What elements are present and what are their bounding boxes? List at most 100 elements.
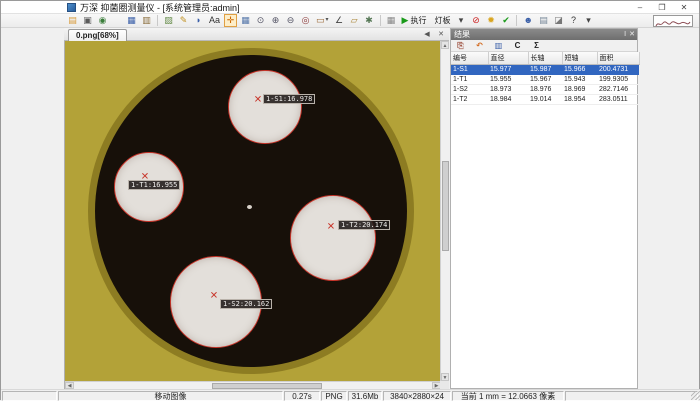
zoom-in-icon: ⊕ — [272, 14, 280, 27]
layout-icon: ▦ — [387, 14, 396, 27]
measure-icon[interactable]: ▭▾ — [314, 14, 331, 27]
target-icon[interactable]: ◎ — [299, 14, 312, 27]
tab-scroll-left-icon[interactable]: ◀ — [422, 30, 432, 38]
capture-icon[interactable]: ◉ — [96, 14, 109, 27]
export-icon[interactable]: ⎘ — [454, 39, 467, 52]
image-tool-icon[interactable]: ▨ — [162, 14, 175, 27]
open-image-icon[interactable]: ▤ — [66, 14, 79, 27]
resize-grip[interactable] — [691, 391, 700, 400]
measurement-label-1-T1: 1-T1:16.955 — [128, 180, 180, 190]
chart-icon: ▥ — [495, 41, 503, 51]
confirm-icon[interactable]: ✔ — [499, 14, 512, 27]
dish-speck — [247, 205, 252, 209]
toolbar-separator — [380, 15, 381, 26]
lightpanel-button[interactable]: 灯板 — [430, 14, 452, 27]
table-cell: 199.9305 — [597, 75, 639, 85]
scroll-up-icon[interactable]: ▲ — [441, 41, 449, 49]
colony-1-T2[interactable] — [290, 195, 376, 281]
text-icon[interactable]: Aa — [207, 14, 222, 27]
toolbar-separator — [516, 15, 517, 26]
maximize-button[interactable]: ❐ — [651, 1, 673, 14]
column-header-4[interactable]: 面积 — [597, 52, 639, 65]
table-cell: 282.7146 — [597, 85, 639, 95]
document-tab[interactable]: 0.png[68%] — [68, 29, 127, 41]
stop-icon[interactable]: ⊘ — [469, 14, 482, 27]
table-row[interactable]: 1-S115.97715.98715.966200.4731 — [451, 65, 639, 75]
alert-icon[interactable]: ✹ — [484, 14, 497, 27]
table-cell: 15.967 — [528, 75, 562, 85]
save-icon: ▦ — [127, 14, 136, 27]
toolbar-more-dropdown[interactable]: ▾ — [454, 14, 467, 27]
measurement-label-1-S1: 1-S1:16.978 — [263, 94, 315, 104]
stop-icon: ⊘ — [472, 14, 480, 27]
pin-icon[interactable]: I — [624, 29, 626, 40]
edit-form-icon[interactable]: ▤ — [537, 14, 550, 27]
curve-icon[interactable]: ◗ — [192, 14, 205, 27]
help-dropdown: ▾ — [586, 14, 591, 27]
table-cell: 1-S2 — [451, 85, 488, 95]
export-icon: ⎘ — [457, 41, 463, 51]
undo-icon[interactable]: ↶ — [473, 39, 486, 52]
gear-icon[interactable]: ✱ — [363, 14, 376, 27]
gear-icon: ✱ — [365, 14, 373, 27]
minimize-button[interactable]: – — [629, 1, 651, 14]
measure-icon-dropdown[interactable]: ▾ — [326, 14, 329, 27]
app-icon — [67, 3, 76, 12]
column-header-1[interactable]: 直径 — [488, 52, 528, 65]
pan-icon[interactable]: ✛ — [224, 14, 237, 27]
vertical-scroll-thumb[interactable] — [442, 161, 449, 251]
help-icon[interactable]: ? — [567, 14, 580, 27]
measure-icon: ▭ — [316, 14, 325, 27]
camera-icon[interactable]: ▣ — [81, 14, 94, 27]
caliper-icon[interactable]: ▱ — [348, 14, 361, 27]
clear-button[interactable]: C — [511, 39, 524, 52]
horizontal-scrollbar[interactable]: ◀ ▶ — [65, 381, 441, 389]
report-icon: ▥ — [142, 14, 151, 27]
select-icon: ▦ — [241, 14, 250, 27]
panel-close-icon[interactable]: ✕ — [629, 29, 635, 40]
table-row[interactable]: 1-T218.98419.01418.954283.0511 — [451, 95, 639, 105]
table-cell: 1-T2 — [451, 95, 488, 105]
run-button[interactable]: ▶执行 — [400, 14, 429, 27]
table-cell: 18.984 — [488, 95, 528, 105]
table-cell: 15.977 — [488, 65, 528, 75]
table-cell: 15.943 — [562, 75, 597, 85]
zoom-icon[interactable]: ⊙ — [254, 14, 267, 27]
column-header-3[interactable]: 短轴 — [562, 52, 597, 65]
scroll-down-icon[interactable]: ▼ — [441, 373, 449, 381]
column-header-0[interactable]: 编号 — [451, 52, 488, 65]
zoom-out-icon[interactable]: ⊖ — [284, 14, 297, 27]
layout-icon[interactable]: ▦ — [385, 14, 398, 27]
vertical-scrollbar[interactable]: ▲ ▼ — [440, 41, 449, 381]
colony-1-S1[interactable] — [228, 70, 302, 144]
measurement-mark-icon: ✕ — [327, 222, 335, 233]
chart-icon[interactable]: ▥ — [492, 39, 505, 52]
column-header-2[interactable]: 长轴 — [528, 52, 562, 65]
table-cell: 283.0511 — [597, 95, 639, 105]
save-icon[interactable]: ▦ — [125, 14, 138, 27]
table-cell: 18.973 — [488, 85, 528, 95]
permission-icon[interactable]: ◪ — [552, 14, 565, 27]
angle-icon[interactable]: ∠ — [333, 14, 346, 27]
close-button[interactable]: ✕ — [673, 1, 695, 14]
pencil-icon[interactable]: ✎ — [177, 14, 190, 27]
toolbar-more-dropdown: ▾ — [459, 14, 464, 27]
tab-close-icon[interactable]: ✕ — [436, 30, 446, 38]
stats-button[interactable]: Σ — [530, 39, 543, 52]
report-icon[interactable]: ▥ — [140, 14, 153, 27]
target-icon: ◎ — [302, 14, 310, 27]
help-icon: ? — [571, 14, 576, 27]
toolbar: ▤▣◉▦▥▨✎◗Aa✛▦⊙⊕⊖◎▭▾∠▱✱▦▶执行灯板▾⊘✹✔☻▤◪?▾ — [1, 14, 699, 28]
select-icon[interactable]: ▦ — [239, 14, 252, 27]
users-icon[interactable]: ☻ — [521, 14, 534, 27]
scroll-left-icon[interactable]: ◀ — [65, 382, 74, 389]
users-icon: ☻ — [523, 14, 532, 27]
results-toolbar: ⎘ ↶ ▥ CΣ — [451, 40, 637, 52]
logo-signature-icon — [654, 19, 692, 29]
zoom-in-icon[interactable]: ⊕ — [269, 14, 282, 27]
table-row[interactable]: 1-S218.97318.97618.969282.7146 — [451, 85, 639, 95]
table-row[interactable]: 1-T115.95515.96715.943199.9305 — [451, 75, 639, 85]
help-dropdown[interactable]: ▾ — [582, 14, 595, 27]
specimen-image[interactable]: ✕1-S1:16.978✕1-T1:16.955✕1-T2:20.174✕1-S… — [65, 41, 441, 381]
table-cell: 18.954 — [562, 95, 597, 105]
